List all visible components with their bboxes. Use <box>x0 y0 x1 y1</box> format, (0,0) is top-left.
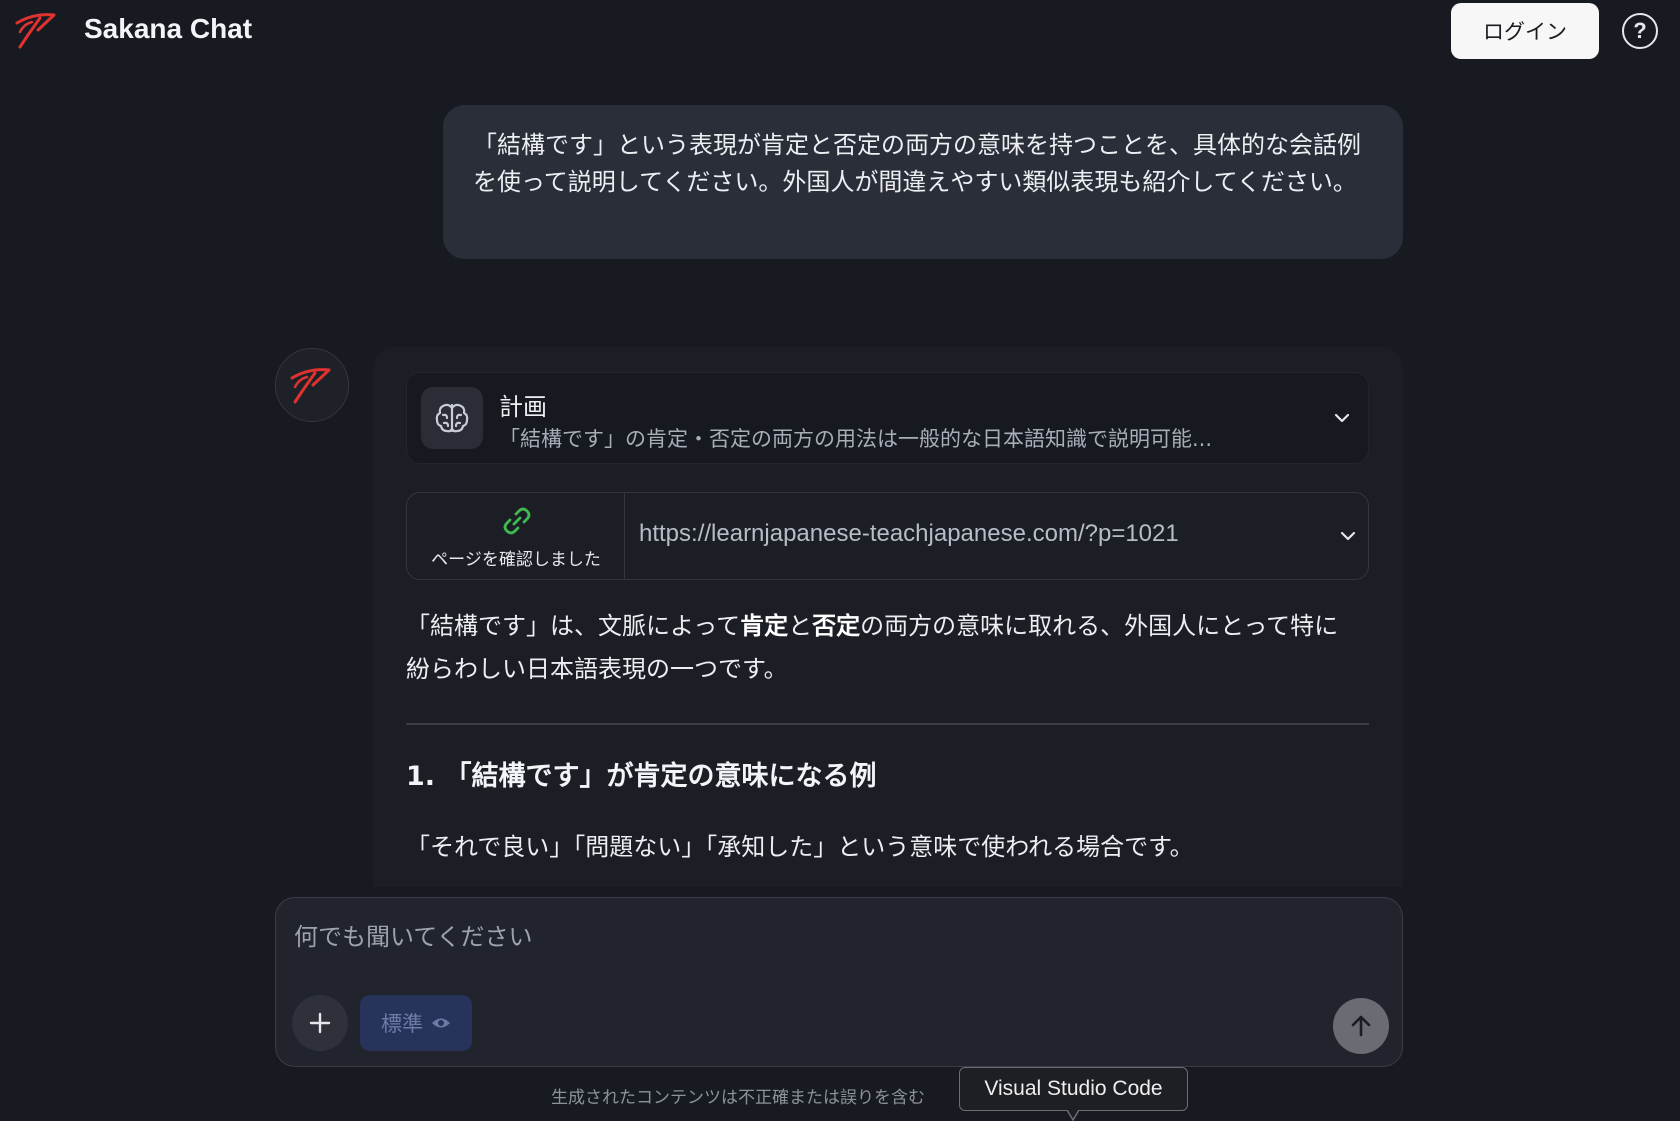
source-status: ページを確認しました <box>407 493 625 579</box>
answer-bold-negative: 否定 <box>812 612 861 640</box>
answer-intro-text: 「結構です」は、文脈によって <box>406 612 741 640</box>
plus-icon <box>309 1012 331 1034</box>
plan-panel[interactable]: 計画 「結構です」の肯定・否定の両方の用法は一般的な日本語知識で説明可能... <box>406 372 1369 464</box>
tooltip: Visual Studio Code <box>959 1067 1188 1111</box>
tooltip-arrow <box>1067 1110 1079 1121</box>
chevron-down-icon[interactable] <box>1332 408 1352 428</box>
message-composer: 標準 <box>275 897 1403 1067</box>
section-heading: 1. 「結構です」が肯定の意味になる例 <box>406 761 877 792</box>
section-paragraph: 「それで良い」「問題ない」「承知した」という意味で使われる場合です。 <box>406 833 1194 861</box>
plan-summary: 「結構です」の肯定・否定の両方の用法は一般的な日本語知識で説明可能... <box>499 427 1213 451</box>
plan-icon-container <box>421 387 483 449</box>
attach-button[interactable] <box>292 995 348 1051</box>
assistant-message: 計画 「結構です」の肯定・否定の両方の用法は一般的な日本語知識で説明可能... … <box>373 347 1403 887</box>
source-status-label: ページを確認しました <box>431 550 601 570</box>
sakana-avatar-icon <box>290 368 331 404</box>
brain-icon <box>435 403 469 433</box>
source-panel[interactable]: ページを確認しました https://learnjapanese-teachja… <box>406 492 1369 580</box>
message-input[interactable] <box>294 912 1374 962</box>
answer-intro: 「結構です」は、文脈によって肯定と否定の両方の意味に取れる、外国人にとって特に紛… <box>406 605 1356 691</box>
mode-button[interactable]: 標準 <box>360 995 472 1051</box>
header: Sakana Chat ログイン ? <box>0 0 1680 62</box>
chat-app: Sakana Chat ログイン ? 「結構です」という表現が肯定と否定の両方の… <box>0 0 1680 1121</box>
plan-title: 計画 <box>499 393 547 421</box>
divider <box>406 723 1369 725</box>
user-message-bubble: 「結構です」という表現が肯定と否定の両方の意味を持つことを、具体的な会話例を使っ… <box>443 105 1403 259</box>
disclaimer-text: 生成されたコンテンツは不正確または誤りを含む <box>551 1088 925 1108</box>
eye-icon <box>432 1018 450 1028</box>
app-title: Sakana Chat <box>84 13 253 44</box>
arrow-up-icon <box>1351 1015 1371 1037</box>
help-icon[interactable]: ? <box>1622 13 1658 49</box>
link-icon <box>503 507 531 535</box>
mode-label: 標準 <box>381 1012 423 1036</box>
assistant-avatar <box>275 348 349 422</box>
answer-intro-text: と <box>788 612 813 640</box>
chevron-down-icon[interactable] <box>1338 526 1358 546</box>
login-button[interactable]: ログイン <box>1451 3 1599 59</box>
send-button[interactable] <box>1333 998 1389 1054</box>
sakana-logo-icon[interactable] <box>14 10 60 50</box>
answer-bold-affirmative: 肯定 <box>740 612 789 640</box>
source-url[interactable]: https://learnjapanese-teachjapanese.com/… <box>639 520 1179 548</box>
